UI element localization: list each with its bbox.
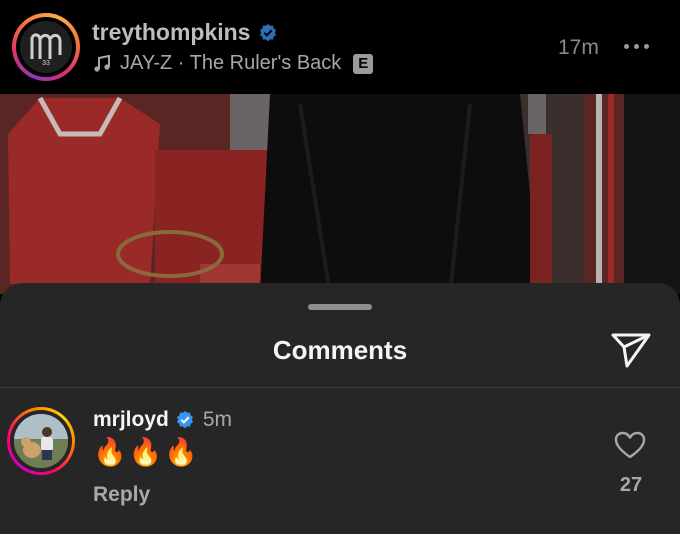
avatar-logo-icon: 33: [20, 21, 72, 73]
reply-button[interactable]: Reply: [93, 483, 150, 507]
music-note-icon: [94, 54, 110, 72]
share-send-icon[interactable]: [610, 331, 652, 369]
post-timestamp: 17m: [558, 36, 599, 59]
music-title[interactable]: JAY-Z · The Ruler's Back: [120, 52, 341, 75]
sheet-drag-handle[interactable]: [308, 304, 372, 310]
avatar[interactable]: 33: [20, 21, 72, 73]
comments-title: Comments: [272, 335, 408, 365]
verified-badge-icon: [260, 23, 277, 41]
comment-timestamp: 5m: [202, 408, 233, 431]
music-attribution[interactable]: JAY-Z · The Ruler's Back E: [92, 52, 374, 75]
post-header: 33 treythompkins JAY-Z · The Ruler's Bac…: [0, 0, 680, 94]
post-username[interactable]: treythompkins: [92, 19, 278, 46]
explicit-badge: E: [353, 53, 374, 74]
post-photo-illustration: [0, 94, 680, 294]
verified-badge-icon: [176, 411, 193, 429]
comment-username[interactable]: mrjloyd: [93, 408, 169, 432]
story-ring[interactable]: 33: [12, 13, 80, 81]
comment-text: 🔥🔥🔥: [93, 437, 200, 467]
comment-story-ring[interactable]: [7, 407, 75, 475]
avatar-border: 33: [16, 17, 76, 77]
more-options-icon[interactable]: [624, 44, 649, 49]
post-username-text[interactable]: treythompkins: [92, 19, 250, 46]
like-count: 27: [619, 474, 643, 496]
sheet-divider: [0, 387, 680, 388]
comment-avatar[interactable]: [14, 414, 68, 468]
comment-header: mrjloyd 5m: [93, 408, 232, 432]
like-heart-icon[interactable]: [614, 430, 646, 460]
comment-avatar-border: [10, 410, 72, 472]
post-image[interactable]: [0, 94, 680, 294]
comment-avatar-image-icon: [14, 414, 68, 468]
avatar-mark: 33: [42, 60, 50, 67]
